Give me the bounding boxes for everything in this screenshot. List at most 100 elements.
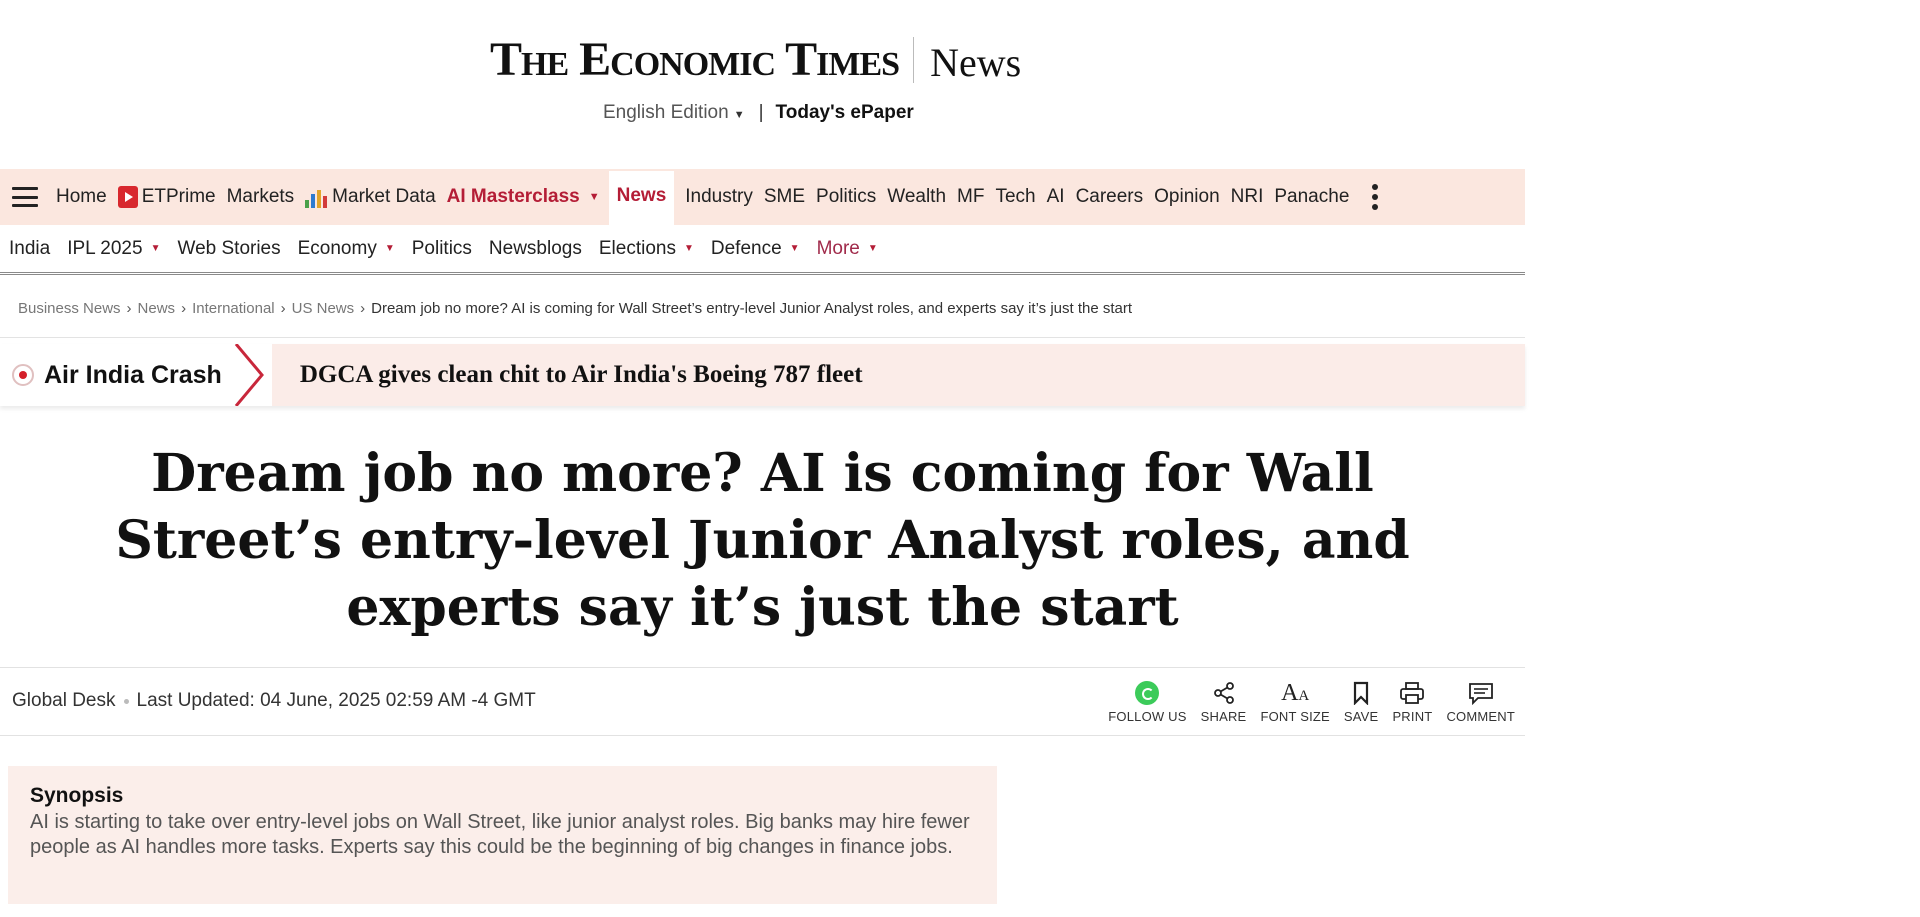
nav-item-industry[interactable]: Industry [685,169,753,225]
main-nav: Home ETPrime Markets Market Data AI Mast… [0,169,1525,225]
divider [0,337,1525,338]
tool-label: PRINT [1392,709,1433,724]
nav-item-home[interactable]: Home [56,169,107,225]
synopsis-body: AI is starting to take over entry-level … [30,811,970,858]
nav-item-label: Tech [995,186,1036,207]
edition-label: English Edition [603,102,729,123]
print-button[interactable]: PRINT [1392,680,1432,724]
nav-item-opinion[interactable]: Opinion [1154,169,1220,225]
tool-label: COMMENT [1446,709,1515,724]
subnav-item-economy[interactable]: Economy ▼ [298,238,395,260]
tool-label: SHARE [1200,709,1247,724]
nav-item-panache[interactable]: Panache [1274,169,1349,225]
epaper-link[interactable]: Today's ePaper [776,102,914,124]
subnav-item-elections[interactable]: Elections ▼ [599,238,694,260]
bookmark-icon [1352,680,1370,706]
breadcrumb-separator: › [126,300,132,317]
etprime-icon [117,186,138,208]
nav-item-tech[interactable]: Tech [995,169,1035,225]
logo-divider [913,37,915,83]
nav-item-careers[interactable]: Careers [1076,169,1144,225]
subnav-item-label: India [9,237,51,259]
nav-item-wealth[interactable]: Wealth [887,169,946,225]
edition-row: English Edition ▼ | Today's ePaper [603,102,914,124]
nav-item-label: MF [957,186,985,207]
nav-item-label: Wealth [887,186,947,207]
subnav-item-label: Web Stories [177,237,281,259]
subnav-item-newsblogs[interactable]: Newsblogs [489,238,582,260]
subnav-item-label: Defence [710,237,782,259]
dot-separator [123,698,129,704]
subnav-item-web-stories[interactable]: Web Stories [177,238,280,260]
subnav-item-label: Politics [411,237,472,259]
more-options-icon[interactable] [1372,184,1379,210]
comment-button[interactable]: COMMENT [1446,680,1515,724]
nav-item-label: Politics [816,186,877,207]
article-tools: FOLLOW US SHARE AA FONT SIZE SAVE PRINT [1094,680,1515,724]
breadcrumb-separator: › [280,300,286,317]
hamburger-menu-icon[interactable] [12,187,38,207]
caret-down-icon: ▼ [150,243,161,254]
tool-label: FOLLOW US [1108,709,1187,724]
banner-label: Air India Crash [0,344,232,406]
comment-icon [1468,680,1494,706]
breadcrumb-link[interactable]: US News [292,300,355,317]
masthead: The Economic Times News English Edition ▼… [0,0,1525,170]
subnav-item-india[interactable]: India [9,238,50,260]
save-button[interactable]: SAVE [1344,680,1379,724]
nav-item-mf[interactable]: MF [957,169,984,225]
article-meta-bar: Global Desk Last Updated: 04 June, 2025 … [0,667,1525,736]
breadcrumb-link[interactable]: Business News [18,300,121,317]
nav-item-etprime[interactable]: ETPrime [117,169,216,225]
breadcrumb: Business News › News › International › US N… [18,300,1132,317]
subnav-item-ipl[interactable]: IPL 2025 ▼ [67,238,160,260]
edition-selector[interactable]: English Edition ▼ [603,102,745,124]
logo-row: The Economic Times News [490,36,1021,84]
synopsis-box: Synopsis AI is starting to take over ent… [8,766,997,904]
synopsis-title: Synopsis [30,784,124,807]
breadcrumb-link[interactable]: International [192,300,275,317]
bar-chart-icon [305,186,329,208]
subnav-item-politics[interactable]: Politics [412,238,472,260]
nav-item-markets[interactable]: Markets [227,169,295,225]
follow-us-button[interactable]: FOLLOW US [1108,680,1186,724]
whatsapp-icon [1135,680,1160,706]
subnav-item-defence[interactable]: Defence ▼ [711,238,800,260]
subnav-item-more[interactable]: More ▼ [817,238,878,260]
nav-item-news[interactable]: News [608,171,675,225]
breadcrumb-separator: › [360,300,366,317]
last-updated: Last Updated: 04 June, 2025 02:59 AM -4 … [136,690,536,711]
nav-item-label: AI [1046,186,1065,207]
nav-item-label: Home [56,186,107,207]
nav-item-sme[interactable]: SME [764,169,805,225]
font-size-icon: AA [1281,680,1310,706]
author-name[interactable]: Global Desk [12,690,116,712]
banner-topic: Air India Crash [44,360,222,389]
sub-nav: India IPL 2025 ▼ Web Stories Economy ▼ Pol… [0,225,1525,275]
subnav-item-label: IPL 2025 [67,237,143,259]
subnav-item-label: Elections [598,237,676,259]
nav-item-nri[interactable]: NRI [1231,169,1264,225]
nav-item-label: Industry [685,186,753,207]
caret-down-icon: ▼ [588,191,600,203]
caret-down-icon: ▼ [384,243,395,254]
nav-item-market-data[interactable]: Market Data [305,169,436,225]
nav-item-label: Careers [1075,186,1144,207]
nav-item-ai[interactable]: AI [1047,169,1065,225]
nav-item-label: ETPrime [141,186,216,207]
share-button[interactable]: SHARE [1201,680,1247,724]
nav-item-label: Opinion [1154,186,1220,207]
banner-headline[interactable]: DGCA gives clean chit to Air India's Boe… [300,361,863,389]
tool-label: FONT SIZE [1260,709,1330,724]
nav-item-label: Market Data [332,186,436,207]
section-title[interactable]: News [930,43,1021,83]
et-logo[interactable]: The Economic Times [490,36,900,84]
breadcrumb-separator: › [181,300,187,317]
divider: | [758,102,764,123]
breadcrumb-link[interactable]: News [138,300,176,317]
nav-item-ai-masterclass[interactable]: AI Masterclass ▼ [447,169,600,225]
breaking-news-banner[interactable]: Air India Crash DGCA gives clean chit to… [0,344,1525,406]
font-size-button[interactable]: AA FONT SIZE [1260,680,1329,724]
nav-item-politics[interactable]: Politics [816,169,876,225]
nav-item-label: Markets [226,186,295,207]
